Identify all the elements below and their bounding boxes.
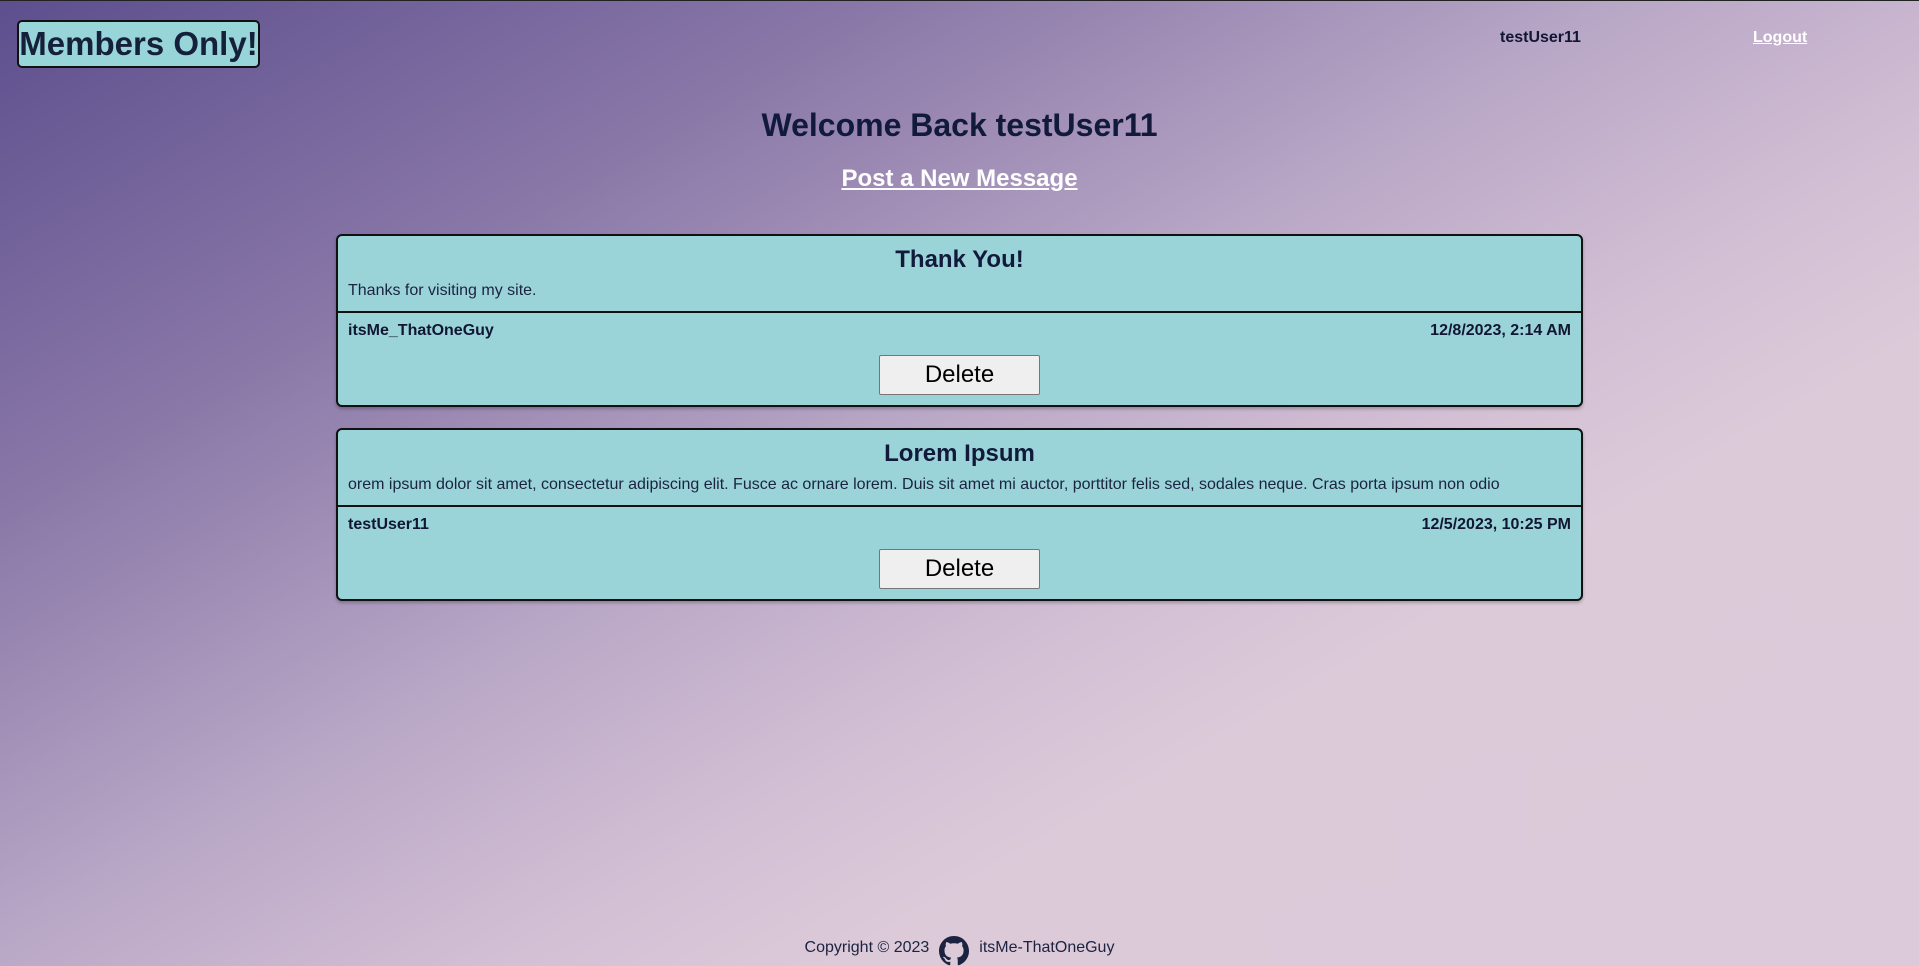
- message-list: Thank You! Thanks for visiting my site. …: [336, 234, 1583, 622]
- message-author: itsMe_ThatOneGuy: [348, 322, 494, 339]
- github-icon[interactable]: [939, 936, 970, 966]
- message-meta: testUser11 12/5/2023, 10:25 PM: [348, 516, 1571, 534]
- message-title: Thank You!: [895, 246, 1024, 273]
- site-logo[interactable]: Members Only!: [17, 20, 260, 68]
- current-username: testUser11: [1500, 29, 1581, 46]
- delete-button[interactable]: Delete: [879, 549, 1040, 589]
- message-timestamp: 12/8/2023, 2:14 AM: [1430, 322, 1571, 339]
- message-footer: itsMe_ThatOneGuy 12/8/2023, 2:14 AM Dele…: [338, 313, 1581, 405]
- message-author: testUser11: [348, 516, 429, 533]
- message-header: Lorem Ipsum orem ipsum dolor sit amet, c…: [338, 430, 1581, 507]
- message-title: Lorem Ipsum: [884, 440, 1035, 467]
- message-header: Thank You! Thanks for visiting my site.: [338, 236, 1581, 313]
- github-username-link[interactable]: itsMe-ThatOneGuy: [979, 939, 1114, 957]
- message-card: Thank You! Thanks for visiting my site. …: [336, 234, 1583, 407]
- logout-link[interactable]: Logout: [1753, 29, 1807, 47]
- post-new-message-link[interactable]: Post a New Message: [841, 165, 1077, 192]
- delete-button[interactable]: Delete: [879, 355, 1040, 395]
- copyright-text: Copyright © 2023: [804, 939, 930, 956]
- message-timestamp: 12/5/2023, 10:25 PM: [1421, 516, 1571, 533]
- site-footer: Copyright © 2023 itsMe-ThatOneGuy: [0, 930, 1919, 966]
- welcome-heading: Welcome Back testUser11: [761, 107, 1158, 143]
- message-footer: testUser11 12/5/2023, 10:25 PM Delete: [338, 507, 1581, 599]
- message-body: orem ipsum dolor sit amet, consectetur a…: [348, 476, 1500, 493]
- message-meta: itsMe_ThatOneGuy 12/8/2023, 2:14 AM: [348, 322, 1571, 340]
- new-message-container: Post a New Message: [0, 165, 1919, 193]
- message-card: Lorem Ipsum orem ipsum dolor sit amet, c…: [336, 428, 1583, 601]
- message-body: Thanks for visiting my site.: [348, 282, 537, 299]
